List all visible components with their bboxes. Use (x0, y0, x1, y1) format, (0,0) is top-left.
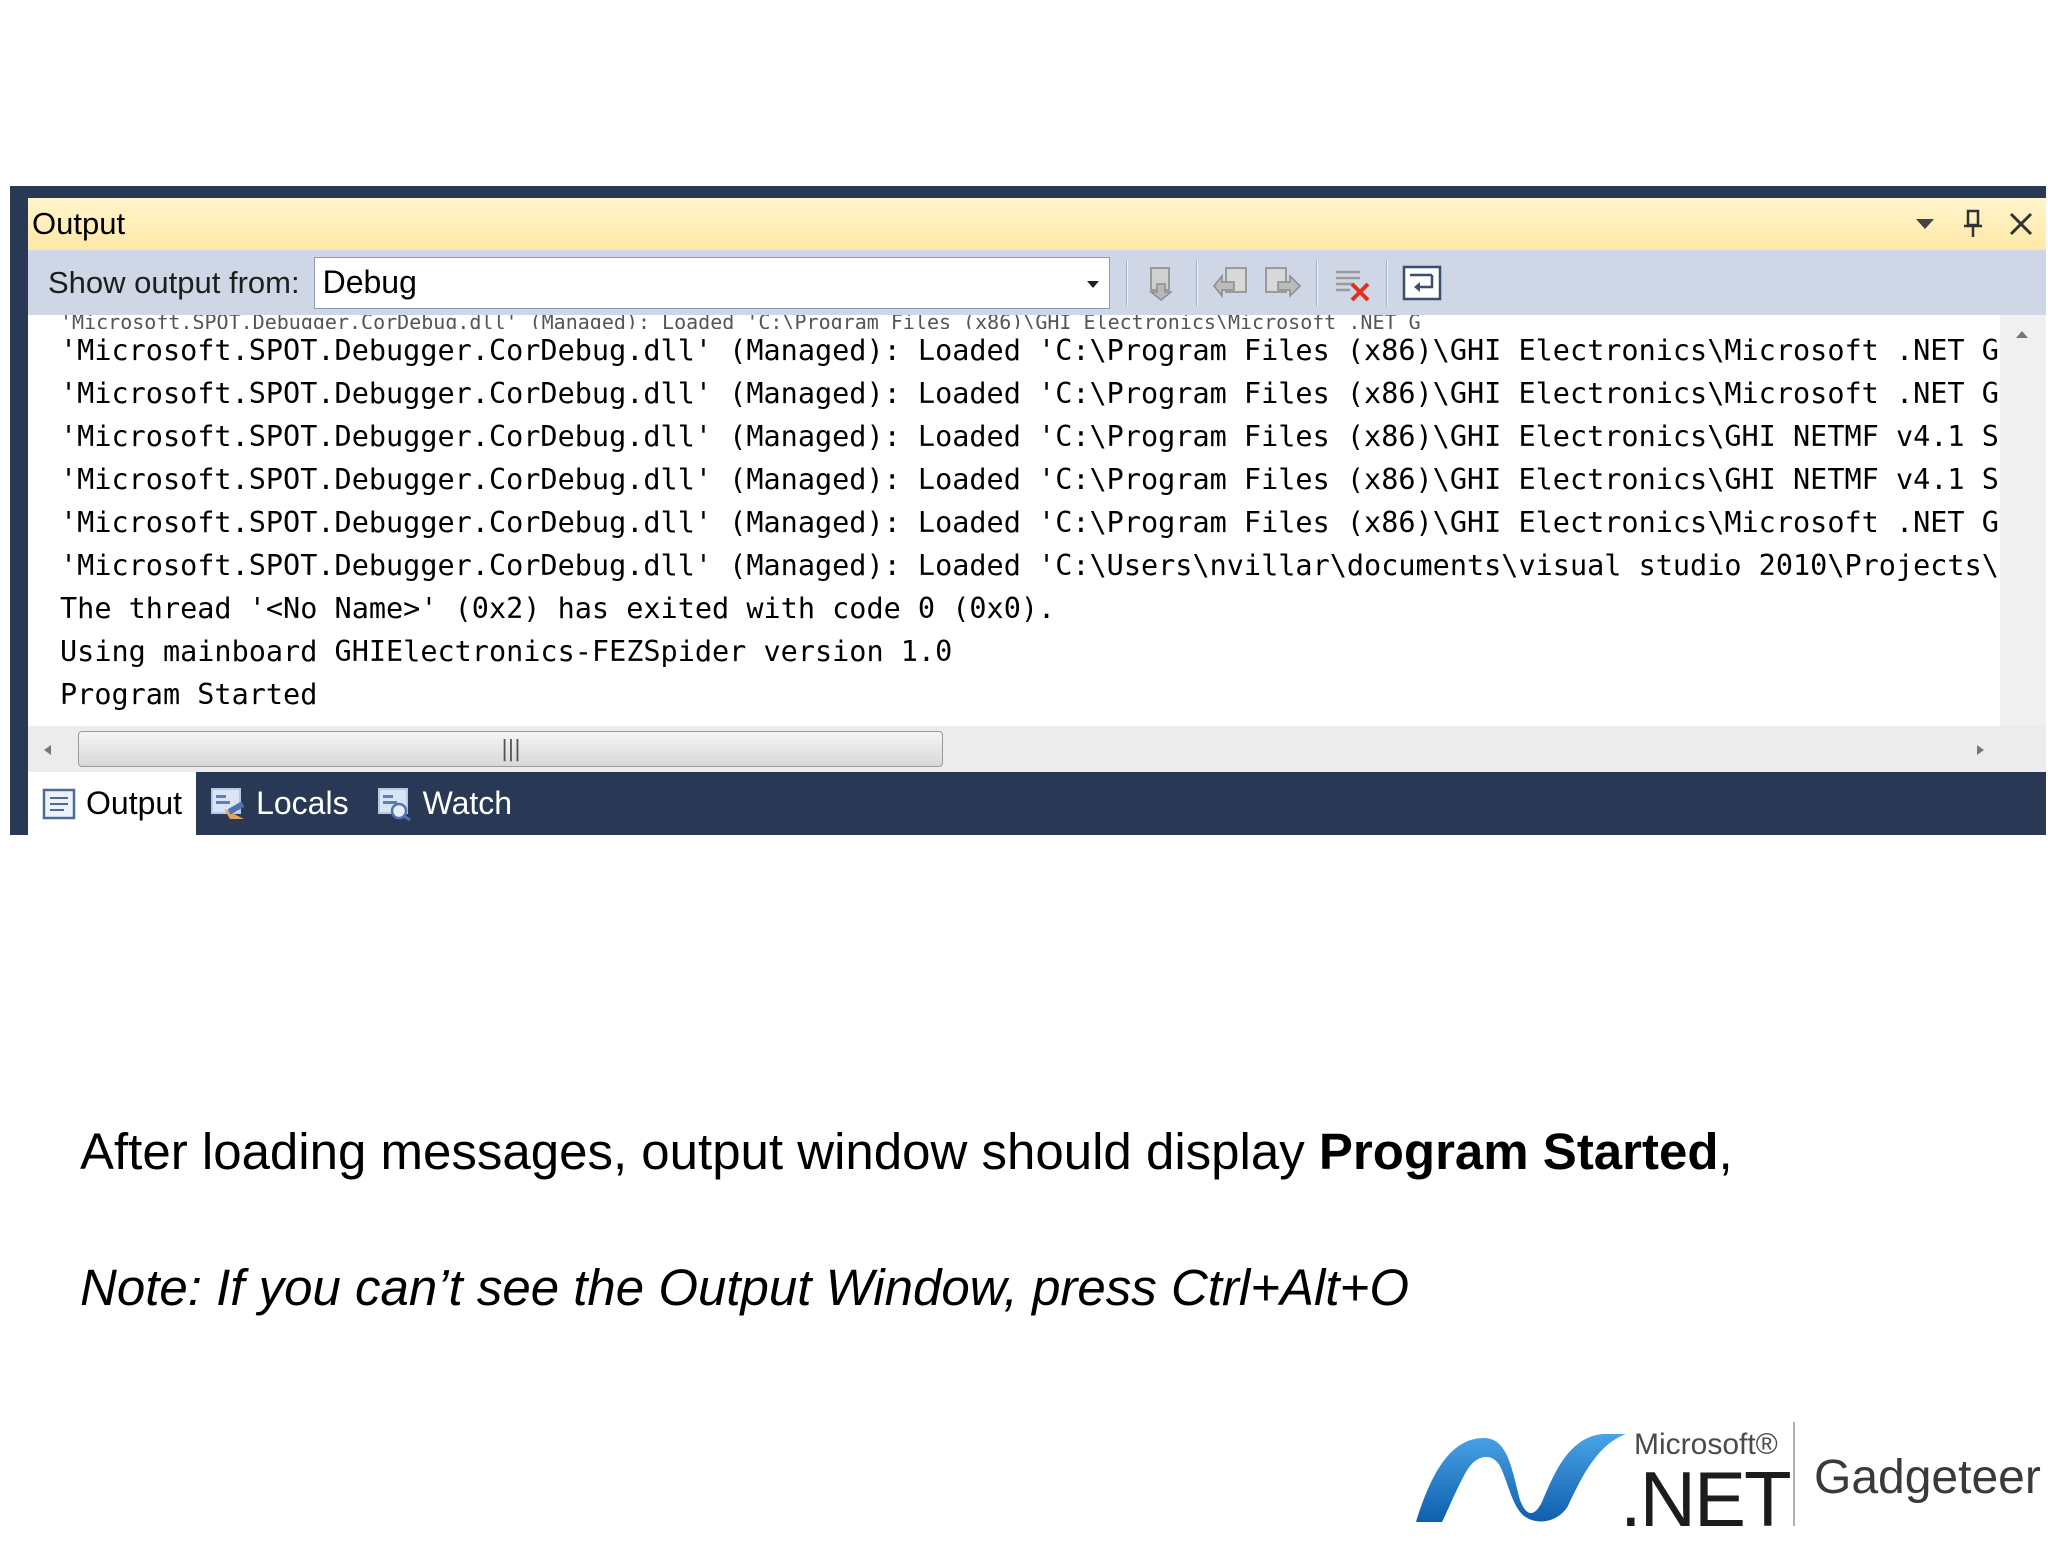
scroll-right-arrow-icon[interactable] (1976, 743, 1986, 757)
output-toolbar: Show output from: Debug (28, 250, 2046, 315)
clear-all-icon (1335, 270, 1369, 301)
output-source-value: Debug (322, 264, 417, 300)
output-line: The thread '<No Name>' (0x2) has exited … (60, 592, 1056, 625)
output-titlebar[interactable]: Output (28, 198, 2046, 250)
tab-output[interactable]: Output (28, 772, 197, 835)
logo-gadgeteer-text: Gadgeteer (1814, 1451, 2041, 1504)
dropdown-menu-icon[interactable] (1908, 207, 1942, 241)
word-wrap-icon (1402, 265, 1441, 300)
horizontal-scrollbar[interactable]: ||| (28, 726, 2046, 772)
toggle-word-wrap-button[interactable] (1397, 258, 1447, 308)
show-output-label: Show output from: (48, 264, 300, 300)
output-line: 'Microsoft.SPOT.Debugger.CorDebug.dll' (… (60, 463, 1998, 496)
output-window: Output Show output from: Debug 'Microsof… (10, 186, 2046, 835)
scroll-left-arrow-icon[interactable] (42, 743, 52, 757)
toolbar-separator (1385, 259, 1388, 306)
caption-bold-text: Program Started (1318, 1123, 1719, 1180)
caption-text: After loading messages, output window sh… (80, 1123, 1319, 1180)
output-line: 'Microsoft.SPOT.Debugger.CorDebug.dll' (… (60, 377, 1998, 410)
slide-note: Note: If you can’t see the Output Window… (80, 1259, 1410, 1316)
toolbar-separator (1195, 259, 1198, 306)
dotnet-wave-logo-icon (1416, 1434, 1626, 1522)
window-title: Output (32, 206, 126, 241)
output-line: Using mainboard GHIElectronics-FEZSpider… (60, 635, 953, 668)
caption-trailing: , (1718, 1123, 1733, 1180)
toolbar-separator (1315, 259, 1318, 306)
output-line: 'Microsoft.SPOT.Debugger.CorDebug.dll' (… (60, 506, 1998, 539)
tool-window-tabs: Output Locals Watch (28, 772, 2046, 835)
next-message-button[interactable] (1257, 258, 1307, 308)
tab-output-label: Output (86, 785, 183, 821)
output-source-select[interactable]: Debug (313, 256, 1110, 309)
tab-watch-label: Watch (422, 785, 513, 821)
logo-net-text: .NET (1620, 1455, 1792, 1543)
previous-message-icon (1212, 266, 1247, 298)
output-line: 'Microsoft.SPOT.Debugger.CorDebug.dll' (… (60, 420, 1998, 453)
title-controls (1908, 198, 2038, 250)
chevron-down-icon (1085, 274, 1101, 293)
previous-message-button[interactable] (1207, 258, 1257, 308)
vertical-scrollbar[interactable] (2000, 315, 2046, 726)
output-line: 'Microsoft.SPOT.Debugger.CorDebug.dll' (… (60, 549, 1998, 582)
next-message-icon (1264, 266, 1301, 298)
toolbar-separator (1125, 259, 1128, 306)
output-lines: 'Microsoft.SPOT.Debugger.CorDebug.dll' (… (60, 315, 1998, 726)
locals-icon (211, 787, 245, 819)
output-text-area[interactable]: 'Microsoft.SPOT.Debugger.CorDebug.dll' (… (28, 315, 2046, 726)
dotnet-gadgeteer-logo: Microsoft® .NET Gadgeteer (1412, 1420, 2041, 1543)
find-message-icon (1148, 266, 1173, 301)
close-icon[interactable] (2004, 207, 2038, 241)
pin-icon[interactable] (1956, 207, 1990, 241)
output-line: Program Started (60, 678, 318, 711)
output-window-inner: Output Show output from: Debug 'Microsof… (28, 198, 2046, 835)
scroll-up-arrow-icon[interactable] (2014, 329, 2030, 339)
output-line-partial: 'Microsoft.SPOT.Debugger.CorDebug.dll' (… (60, 315, 1421, 329)
scroll-grip-icon: ||| (500, 736, 521, 762)
horizontal-scroll-thumb[interactable]: ||| (78, 731, 943, 767)
watch-icon (377, 787, 411, 821)
output-line: 'Microsoft.SPOT.Debugger.CorDebug.dll' (… (60, 334, 1998, 367)
tab-locals-label: Locals (256, 785, 349, 821)
logo-divider (1793, 1422, 1795, 1526)
tab-locals[interactable]: Locals (196, 772, 363, 835)
find-message-button[interactable] (1137, 258, 1187, 308)
output-icon (42, 788, 76, 819)
clear-all-button[interactable] (1327, 258, 1377, 308)
tab-watch[interactable]: Watch (363, 772, 527, 835)
slide-caption: After loading messages, output window sh… (80, 1122, 1733, 1181)
